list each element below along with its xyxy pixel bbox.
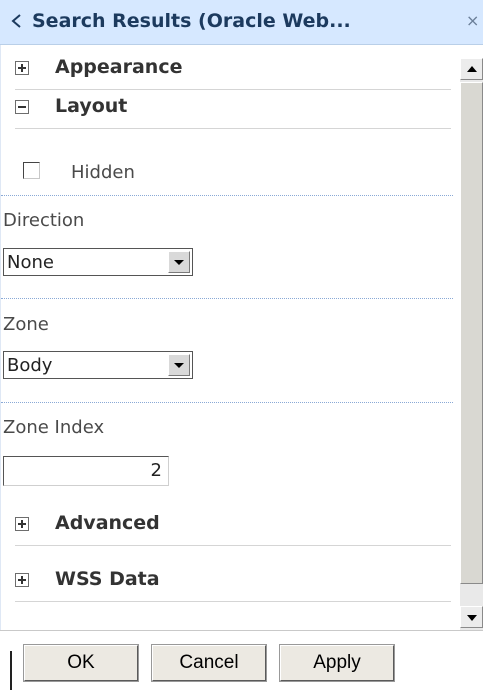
section-advanced-label: Advanced	[55, 512, 160, 534]
hidden-label: Hidden	[71, 162, 135, 183]
direction-select[interactable]: None	[3, 248, 193, 276]
tool-pane-title: Search Results (Oracle Web...	[32, 10, 351, 32]
tool-pane-body: Appearance Layout Hidden Direction None …	[0, 45, 463, 630]
section-appearance-label: Appearance	[55, 56, 183, 78]
ok-button[interactable]: OK	[23, 644, 139, 682]
vertical-scrollbar[interactable]	[460, 58, 483, 631]
section-wss-data-label: WSS Data	[55, 568, 160, 590]
tool-pane-footer: OK Cancel Apply	[0, 630, 483, 690]
zone-index-label: Zone Index	[3, 417, 105, 438]
divider	[1, 298, 453, 299]
zone-label: Zone	[3, 314, 49, 335]
section-advanced[interactable]: Advanced	[15, 507, 451, 546]
cancel-button[interactable]: Cancel	[151, 644, 267, 682]
zone-index-input[interactable]: 2	[3, 456, 169, 486]
hidden-checkbox[interactable]	[23, 162, 40, 179]
section-layout[interactable]: Layout	[15, 90, 451, 129]
section-wss-data[interactable]: WSS Data	[15, 563, 451, 602]
scroll-down-icon[interactable]	[460, 606, 483, 628]
direction-label: Direction	[3, 210, 85, 231]
expand-icon[interactable]	[15, 573, 29, 587]
expand-icon[interactable]	[15, 61, 29, 75]
scroll-up-icon[interactable]	[460, 58, 483, 80]
direction-value: None	[7, 252, 54, 273]
divider	[1, 402, 453, 403]
divider	[1, 195, 453, 196]
scroll-thumb[interactable]	[460, 82, 483, 584]
collapse-icon[interactable]	[15, 100, 29, 114]
section-layout-label: Layout	[55, 95, 128, 117]
collapse-left-icon[interactable]	[6, 10, 28, 32]
close-icon[interactable]: ×	[466, 11, 483, 31]
chevron-down-icon[interactable]	[168, 354, 190, 376]
apply-button[interactable]: Apply	[279, 644, 395, 682]
expand-icon[interactable]	[15, 517, 29, 531]
section-appearance[interactable]: Appearance	[15, 51, 451, 90]
divider	[10, 651, 12, 690]
zone-select[interactable]: Body	[3, 351, 193, 379]
tool-pane-titlebar: Search Results (Oracle Web... ×	[0, 0, 483, 45]
chevron-down-icon[interactable]	[168, 251, 190, 273]
zone-value: Body	[7, 355, 53, 376]
